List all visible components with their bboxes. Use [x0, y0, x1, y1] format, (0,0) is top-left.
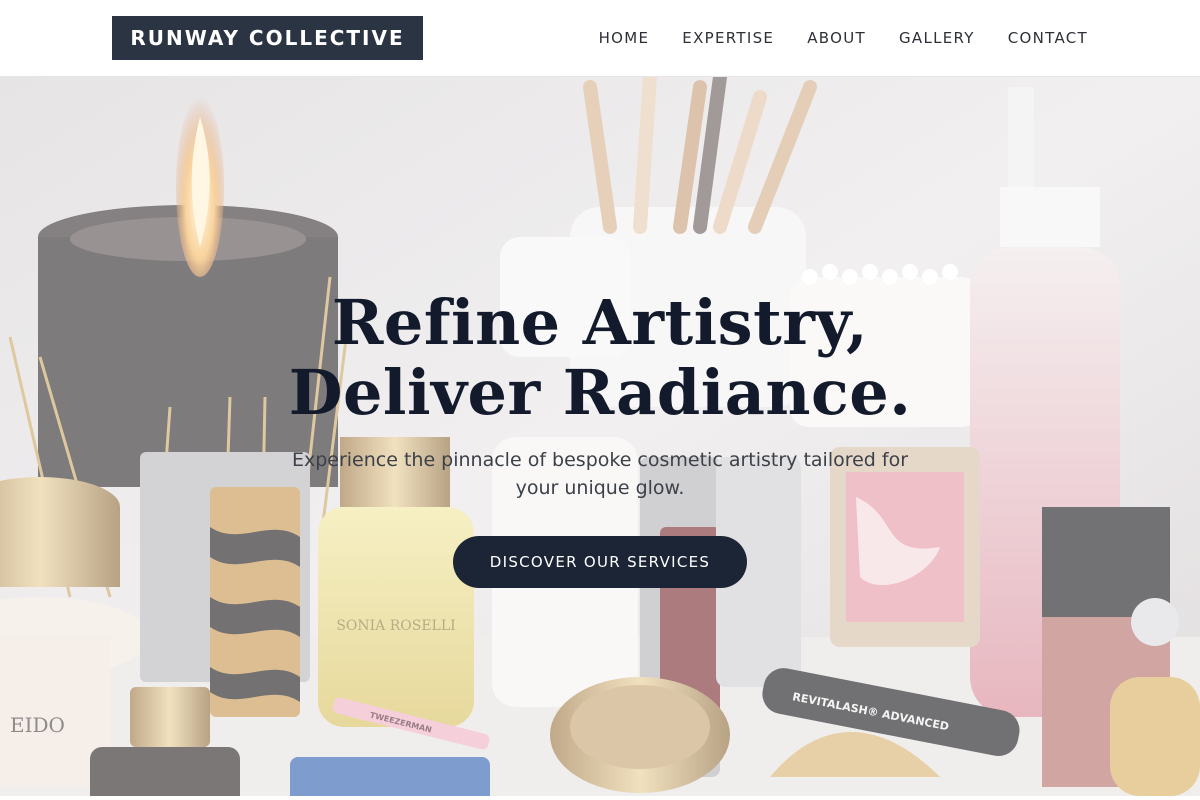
hero-title-line-2: Deliver Radiance. [288, 356, 912, 429]
nav-item-about[interactable]: ABOUT [807, 29, 866, 47]
hero-title-line-1: Refine Artistry, [331, 286, 869, 359]
hero-section: EIDO SONIA ROSELLI REVITALASH® ADVANCED … [0, 77, 1200, 796]
brand-logo[interactable]: RUNWAY COLLECTIVE [112, 16, 423, 60]
discover-services-button[interactable]: DISCOVER OUR SERVICES [453, 536, 747, 588]
hero-subtitle: Experience the pinnacle of bespoke cosme… [291, 449, 909, 499]
main-nav: HOME EXPERTISE ABOUT GALLERY CONTACT [599, 28, 1088, 48]
hero-title: Refine Artistry, Deliver Radiance. [289, 288, 912, 428]
page-bottom-edge [0, 796, 1200, 800]
nav-item-gallery[interactable]: GALLERY [899, 29, 975, 47]
nav-item-expertise[interactable]: EXPERTISE [682, 29, 774, 47]
nav-item-contact[interactable]: CONTACT [1008, 29, 1088, 47]
nav-item-home[interactable]: HOME [599, 29, 650, 47]
hero-content: Refine Artistry, Deliver Radiance. Exper… [0, 77, 1200, 796]
site-header: RUNWAY COLLECTIVE HOME EXPERTISE ABOUT G… [0, 0, 1200, 77]
